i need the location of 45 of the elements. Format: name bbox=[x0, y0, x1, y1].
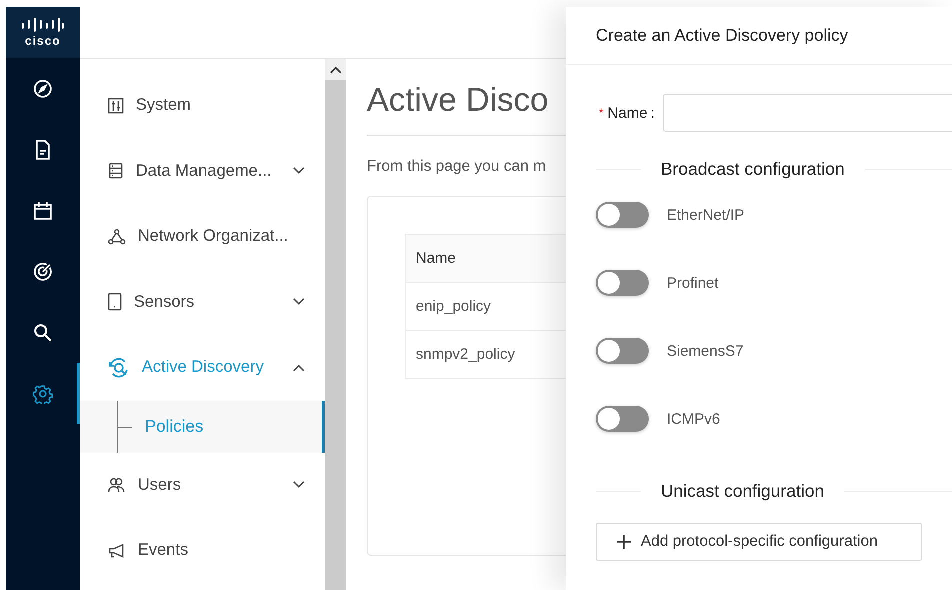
scrollbar[interactable] bbox=[325, 59, 346, 590]
sidebar-item[interactable]: Events bbox=[80, 518, 325, 584]
logo-bars-icon bbox=[21, 18, 65, 32]
network-icon bbox=[108, 228, 126, 245]
toggle-switch[interactable] bbox=[596, 202, 649, 228]
section-title: Unicast configuration bbox=[661, 480, 824, 502]
calendar-icon bbox=[33, 200, 53, 220]
table-cell: enip_policy bbox=[416, 298, 492, 315]
plus-icon bbox=[617, 535, 631, 549]
input-field[interactable] bbox=[662, 94, 952, 132]
megaphone-icon bbox=[108, 542, 126, 559]
column-header: Name bbox=[416, 250, 456, 267]
sliders-icon bbox=[108, 98, 124, 114]
section-title: Broadcast configuration bbox=[661, 158, 845, 180]
page-description: From this page you can m bbox=[367, 158, 548, 176]
tablet-icon bbox=[108, 293, 122, 312]
toggle-label: EtherNet/IP bbox=[667, 206, 745, 224]
toggle-switch[interactable] bbox=[596, 270, 649, 296]
search-icon bbox=[33, 322, 53, 342]
toggle-switch[interactable] bbox=[596, 406, 649, 432]
field-label: Name bbox=[608, 104, 648, 122]
document-icon bbox=[34, 140, 52, 160]
toggle-switch[interactable] bbox=[596, 338, 649, 364]
compass-icon bbox=[33, 78, 53, 98]
toggle-label: SiemensS7 bbox=[667, 342, 744, 360]
target-icon bbox=[33, 262, 53, 282]
server-icon bbox=[108, 163, 124, 180]
add-configuration-button[interactable]: Add protocol-specific configuration bbox=[596, 523, 922, 561]
table-cell: snmpv2_policy bbox=[416, 346, 516, 363]
settings-icon bbox=[33, 384, 53, 404]
users-icon bbox=[108, 477, 126, 494]
required-mark: * bbox=[599, 106, 604, 120]
sidebar-item[interactable]: Sensors bbox=[80, 270, 325, 335]
logo-text: cisco bbox=[25, 34, 61, 48]
discovery-icon bbox=[108, 358, 130, 378]
drawer-title: Create an Active Discovery policy bbox=[566, 7, 952, 65]
scroll-up-icon[interactable] bbox=[330, 66, 342, 74]
toggle-label: ICMPv6 bbox=[667, 410, 720, 428]
page-title: Active Disco bbox=[367, 81, 550, 120]
colon-text: : bbox=[650, 104, 655, 122]
sidebar-item[interactable]: Users bbox=[80, 452, 325, 518]
sidebar-item[interactable]: Network Organizat... bbox=[80, 204, 325, 270]
sidebar-item[interactable]: System bbox=[80, 73, 325, 138]
sidebar-item[interactable]: Data Manageme... bbox=[80, 138, 325, 204]
toggle-label: Profinet bbox=[667, 274, 719, 292]
